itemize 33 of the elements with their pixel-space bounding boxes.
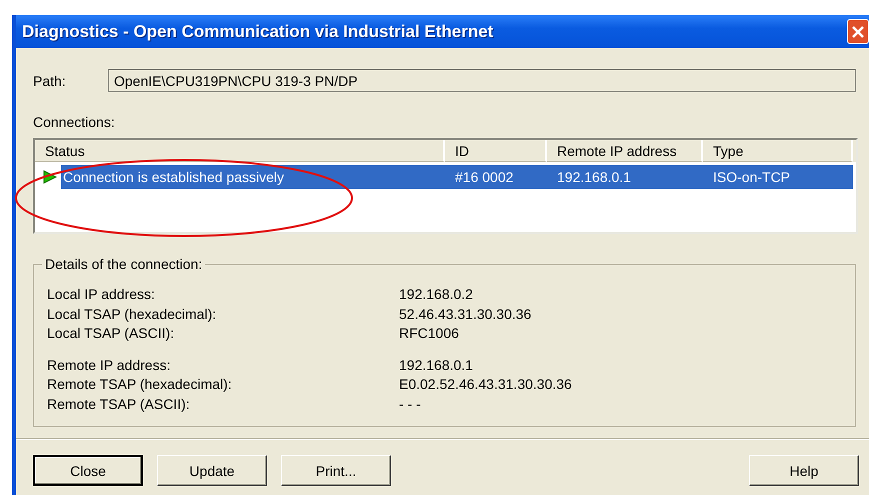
detail-label: Local IP address: <box>47 285 156 304</box>
dialog-button[interactable]: Update <box>157 455 267 486</box>
window-title: Diagnostics - Open Communication via Industrial Ethernet <box>21 22 494 42</box>
table-cell: 192.168.0.1 <box>547 165 703 189</box>
table-cell: Connection is established passively <box>61 165 445 189</box>
column-header[interactable]: Type <box>703 140 853 162</box>
detail-value: - - - <box>399 394 421 414</box>
detail-label: Local TSAP (ASCII): <box>47 324 176 343</box>
detail-label: Remote IP address: <box>47 356 172 374</box>
detail-value: 52.46.43.31.30.30.36 <box>399 304 532 324</box>
detail-value: 192.168.0.2 <box>399 285 473 304</box>
detail-value: E0.02.52.46.43.31.30.30.36 <box>399 375 572 394</box>
path-label: Path: <box>33 72 67 88</box>
column-header[interactable]: Remote IP address <box>547 140 703 162</box>
connection-row[interactable]: Connection is established passively #16 0002 192.168.0.1 ISO-on-TCP <box>35 165 856 189</box>
dialog-button[interactable]: Help <box>749 455 859 486</box>
dialog-button[interactable]: Close <box>33 455 143 486</box>
group-title: Details of the connection: <box>42 256 206 272</box>
table-cell: ISO-on-TCP <box>703 165 853 189</box>
path-field[interactable]: OpenIE\CPU319PN\CPU 319-3 PN/DP <box>108 69 856 92</box>
dialog-button[interactable]: Print... <box>281 455 391 486</box>
column-header[interactable]: ID <box>445 140 547 162</box>
column-header[interactable]: Status <box>35 140 445 162</box>
detail-value: RFC1006 <box>399 324 459 343</box>
detail-label: Remote TSAP (hexadecimal): <box>47 375 233 394</box>
close-icon <box>850 24 866 40</box>
table-cell: #16 0002 <box>445 165 547 189</box>
close-button[interactable] <box>847 19 869 44</box>
play-icon <box>43 170 57 184</box>
connections-label: Connections: <box>33 114 116 130</box>
detail-label: Remote TSAP (ASCII): <box>47 394 191 414</box>
detail-label: Local TSAP (hexadecimal): <box>47 304 218 324</box>
detail-value: 192.168.0.1 <box>399 356 473 374</box>
